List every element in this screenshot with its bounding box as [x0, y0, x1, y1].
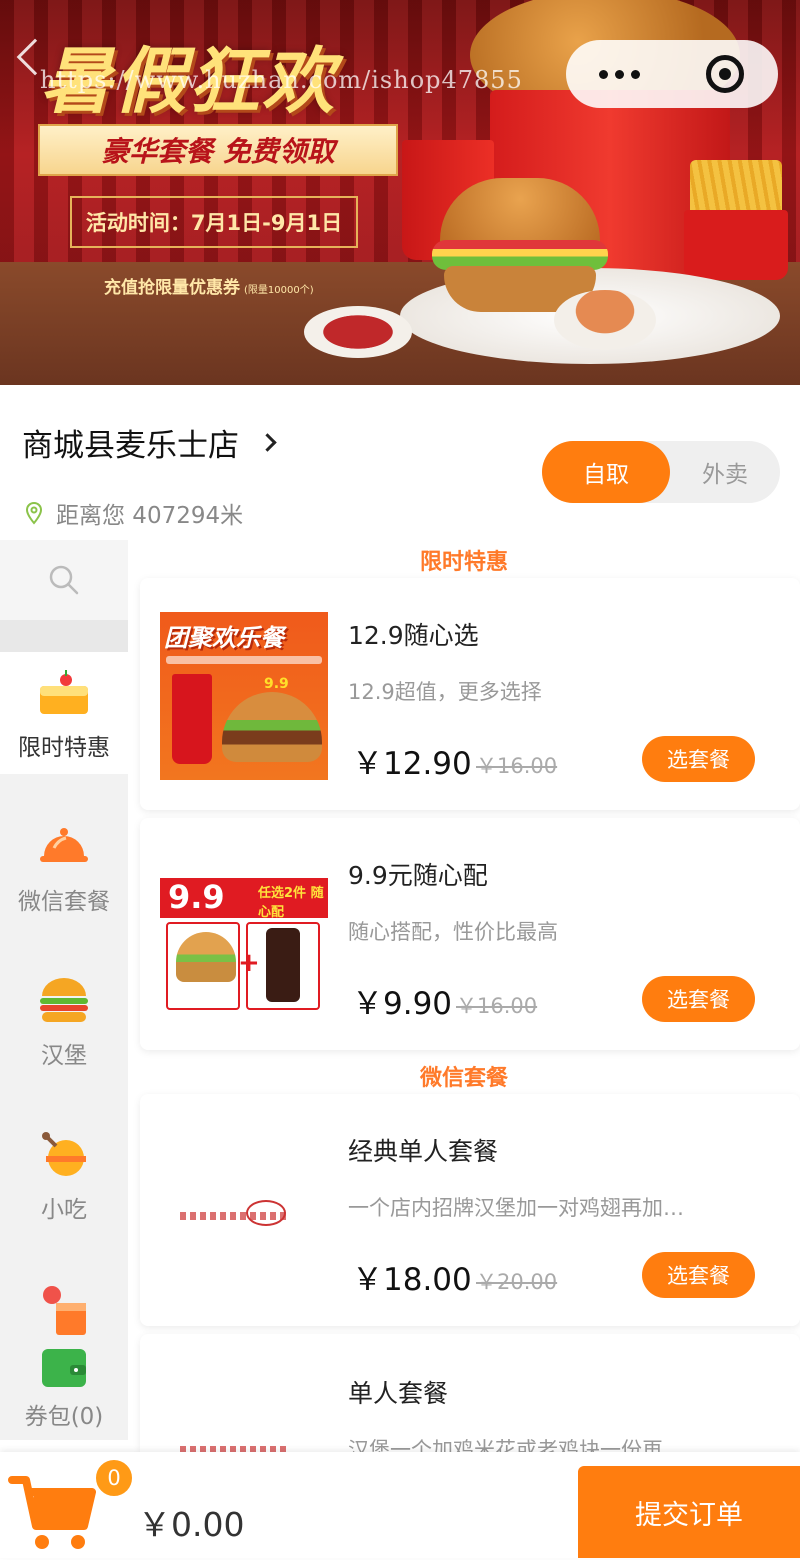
image-badge: [246, 1200, 286, 1226]
choose-combo-button[interactable]: 选套餐: [642, 1252, 755, 1298]
product-description: 随心搭配，性价比最高: [348, 920, 558, 944]
thumb-price: 9.9: [264, 676, 289, 692]
burger-icon: [36, 972, 92, 1028]
store-name: 商城县麦乐士店: [22, 428, 239, 464]
plus-icon: +: [238, 948, 260, 978]
pickup-mode-button[interactable]: 自取: [542, 441, 670, 503]
burger-image: [222, 692, 322, 762]
sidebar-item-wechat-combo[interactable]: 微信套餐: [0, 806, 128, 928]
sidebar-item-coupon-wallet[interactable]: 券包(0): [0, 1336, 128, 1440]
product-name: 12.9随心选: [348, 621, 479, 650]
thumb-label: 任选2件 随心配: [258, 886, 324, 920]
sidebar-divider: [0, 620, 128, 652]
banner-subtitle: 豪华套餐 免费领取: [38, 124, 398, 176]
promo-banner[interactable]: 暑假狂欢 豪华套餐 免费领取 活动时间：7月1日-9月1日 充值抢限量优惠券 (限…: [0, 0, 800, 385]
product-name: 单人套餐: [348, 1379, 449, 1408]
sidebar-item-burger[interactable]: 汉堡: [0, 960, 128, 1082]
product-card[interactable]: 9.9 任选2件 随心配 + 9.9元随心配 随心搭配，性价比最高 ￥9.90 …: [140, 818, 800, 1050]
order-mode-toggle: 自取 外卖: [542, 441, 780, 503]
cola-cup-image: [172, 674, 212, 764]
drink-icon: [36, 1283, 92, 1339]
coupon-limit: (限量10000个): [244, 285, 314, 296]
fries-box-illustration: [684, 210, 788, 280]
miniprogram-capsule: [566, 40, 778, 108]
sidebar-item-limited-offer[interactable]: 限时特惠: [0, 652, 128, 774]
section-title-limited-offer: 限时特惠: [419, 550, 508, 575]
ketchup-illustration: [304, 306, 412, 358]
product-image: [160, 1368, 328, 1452]
product-price: ￥9.90: [352, 986, 453, 1022]
cart-bar: 0 ￥0.00 提交订单: [0, 1452, 800, 1558]
dip-sauce-illustration: [554, 290, 656, 350]
product-price: ￥18.00: [352, 1262, 472, 1298]
coupon-label: 充值抢限量优惠券: [104, 278, 240, 298]
sidebar-label-limited-offer: 限时特惠: [18, 735, 110, 761]
product-price: ￥12.90: [352, 746, 472, 782]
watermark-text: https://www.huzhan.com/ishop47855: [40, 66, 523, 94]
product-name: 经典单人套餐: [348, 1137, 499, 1166]
product-original-price: ￥16.00: [476, 754, 558, 778]
category-sidebar: 限时特惠 微信套餐 汉堡 小吃 券包(0): [0, 540, 128, 1440]
more-icon[interactable]: [566, 69, 672, 79]
cart-total: ￥0.00: [138, 1505, 245, 1544]
drumstick-icon: [36, 1126, 92, 1182]
close-capsule-button[interactable]: [672, 55, 778, 93]
cart-button[interactable]: 0: [8, 1458, 134, 1556]
cake-icon: [36, 664, 92, 720]
product-card[interactable]: 单人套餐 汉堡一个加鸡米花或老鸡块一份再…: [140, 1334, 800, 1452]
product-original-price: ￥16.00: [456, 994, 538, 1018]
distance-text: 距离您 407294米: [56, 503, 244, 529]
delivery-mode-button[interactable]: 外卖: [670, 441, 780, 503]
sidebar-item-snack[interactable]: 小吃: [0, 1114, 128, 1236]
sidebar-label-coupon-wallet: 券包(0): [24, 1404, 104, 1430]
sidebar-label-snack: 小吃: [41, 1197, 87, 1223]
target-icon: [706, 55, 744, 93]
thumb-title: 9.9: [168, 878, 225, 916]
sidebar-search[interactable]: [0, 540, 128, 620]
choose-combo-button[interactable]: 选套餐: [642, 976, 755, 1022]
cola-image: [266, 928, 300, 1002]
thumb-tagline: [166, 656, 322, 664]
product-image: 9.9 任选2件 随心配 +: [160, 852, 328, 1020]
sidebar-label-burger: 汉堡: [41, 1043, 87, 1069]
wallet-icon: [36, 1345, 92, 1389]
product-image: [160, 1128, 328, 1296]
section-title-wechat-combo: 微信套餐: [419, 1066, 508, 1091]
search-icon: [49, 565, 79, 595]
banner-event-time: 活动时间：7月1日-9月1日: [70, 196, 358, 248]
cart-count-badge: 0: [94, 1458, 134, 1498]
store-distance: 距离您 407294米: [22, 496, 243, 530]
chevron-right-icon: [258, 433, 277, 452]
sidebar-label-wechat-combo: 微信套餐: [18, 889, 110, 915]
submit-order-button[interactable]: 提交订单: [578, 1466, 800, 1558]
product-original-price: ￥20.00: [476, 1270, 558, 1294]
banner-coupon-text: 充值抢限量优惠券 (限量10000个): [104, 273, 314, 298]
store-name-link[interactable]: 商城县麦乐士店: [22, 420, 277, 465]
product-description: 12.9超值，更多选择: [348, 680, 542, 704]
cloche-icon: [36, 818, 92, 874]
shopping-cart-icon: [8, 1476, 96, 1549]
product-name: 9.9元随心配: [348, 861, 488, 890]
location-pin-icon: [22, 501, 46, 525]
product-card[interactable]: 团聚欢乐餐 9.9 12.9随心选 12.9超值，更多选择 ￥12.90 ￥16…: [140, 578, 800, 810]
product-description: 汉堡一个加鸡米花或老鸡块一份再…: [348, 1438, 684, 1452]
product-image: 团聚欢乐餐 9.9: [160, 612, 328, 780]
product-description: 一个店内招牌汉堡加一对鸡翅再加…: [348, 1196, 684, 1220]
choose-combo-button[interactable]: 选套餐: [642, 736, 755, 782]
product-card[interactable]: 经典单人套餐 一个店内招牌汉堡加一对鸡翅再加… ￥18.00 ￥20.00 选套…: [140, 1094, 800, 1326]
thumb-title: 团聚欢乐餐: [164, 624, 284, 652]
